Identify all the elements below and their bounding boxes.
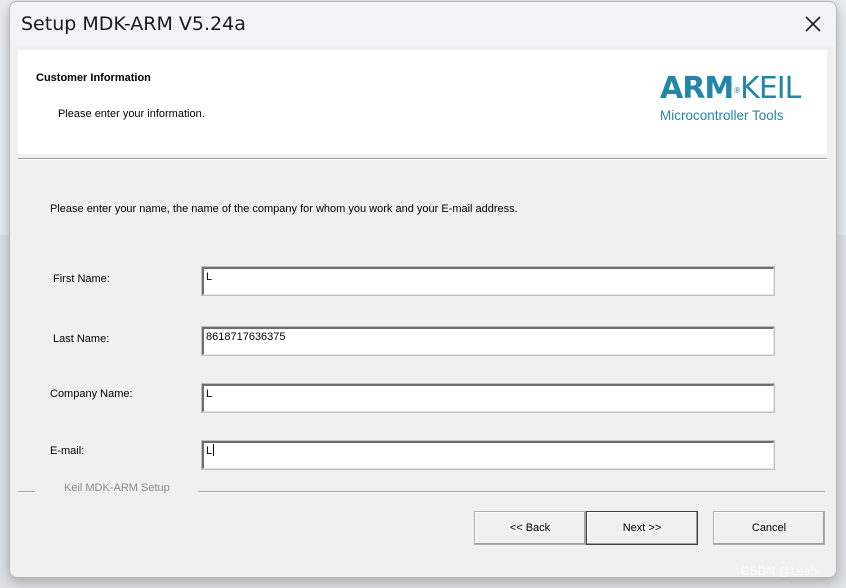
- last-name-input[interactable]: 8618717636375: [201, 326, 775, 356]
- logo-registered: ®: [733, 86, 741, 95]
- logo-tagline: Microcontroller Tools: [660, 108, 784, 123]
- window-title: Setup MDK-ARM V5.24a: [21, 13, 246, 35]
- header-divider: [18, 158, 827, 160]
- title-bar: Setup MDK-ARM V5.24a: [10, 2, 836, 46]
- email-input[interactable]: L: [201, 440, 775, 470]
- header-panel: Customer Information Please enter your i…: [18, 50, 827, 154]
- header-subtitle: Please enter your information.: [58, 108, 205, 120]
- group-label: Keil MDK-ARM Setup: [64, 482, 170, 494]
- back-button[interactable]: << Back: [474, 511, 586, 545]
- close-icon: [805, 16, 821, 32]
- text-caret: [213, 444, 215, 456]
- watermark: CSDN @Leah-: [741, 564, 822, 578]
- last-name-label: Last Name:: [53, 333, 110, 345]
- next-button[interactable]: Next >>: [586, 511, 698, 545]
- group-divider-right: [198, 491, 825, 493]
- first-name-value: L: [206, 271, 213, 283]
- arm-keil-logo: ARM®KEIL Microcontroller Tools: [660, 74, 810, 130]
- instruction-text: Please enter your name, the name of the …: [50, 203, 518, 215]
- company-name-label: Company Name:: [50, 388, 133, 400]
- group-divider-left: [18, 491, 35, 493]
- logo-keil: KEIL: [740, 71, 801, 106]
- logo-wordmark: ARM®KEIL: [660, 74, 810, 104]
- last-name-value: 8618717636375: [206, 331, 286, 343]
- first-name-input[interactable]: L: [201, 266, 775, 296]
- company-name-value: L: [206, 388, 213, 400]
- company-name-input[interactable]: L: [201, 383, 775, 413]
- setup-dialog: Setup MDK-ARM V5.24a Customer Informatio…: [9, 1, 837, 578]
- close-button[interactable]: [790, 2, 836, 46]
- logo-arm: ARM: [660, 71, 734, 106]
- email-value: L: [206, 445, 213, 457]
- first-name-label: First Name:: [53, 273, 110, 285]
- header-title: Customer Information: [36, 72, 151, 84]
- cancel-button[interactable]: Cancel: [713, 511, 825, 545]
- email-label: E-mail:: [50, 445, 85, 457]
